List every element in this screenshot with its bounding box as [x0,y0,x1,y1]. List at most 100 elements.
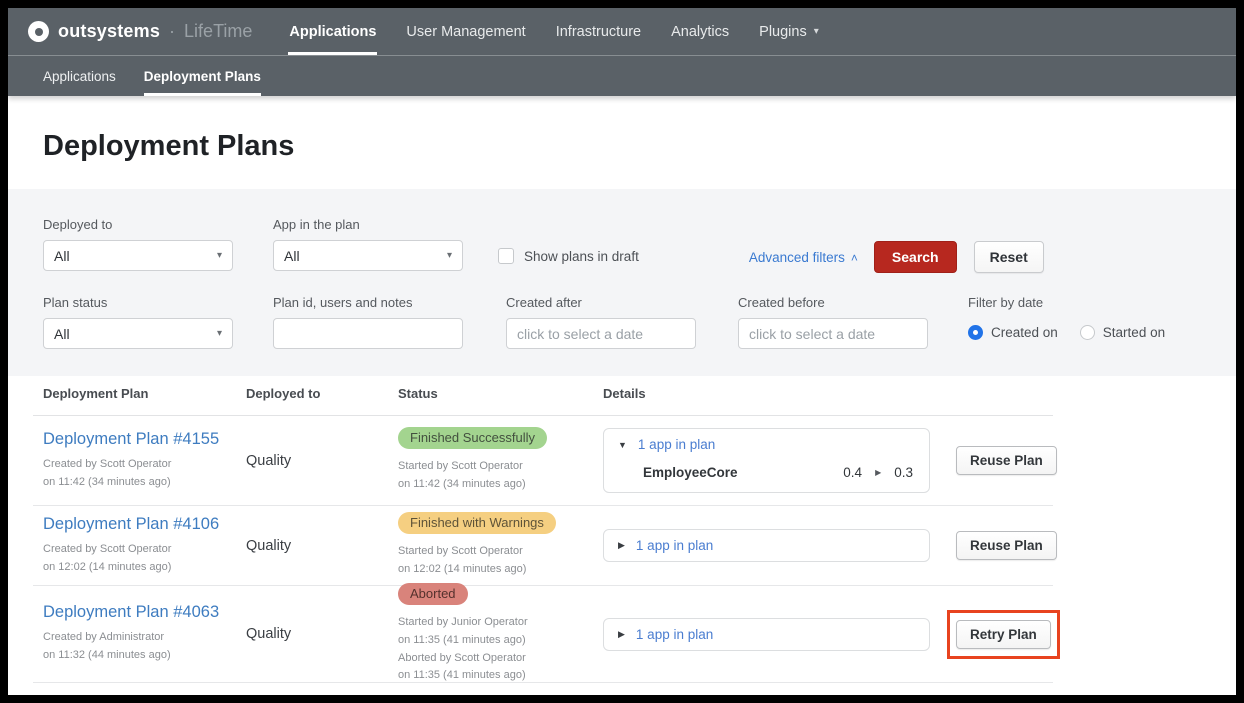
lifetime-page: outsystems · LifeTime Applications User … [8,8,1236,695]
filter-plan-id: Plan id, users and notes [273,295,463,349]
plan-link[interactable]: Deployment Plan #4106 [43,515,219,534]
to-version: 0.3 [894,465,913,480]
column-header-details: Details [593,386,946,401]
details-panel: ▼ 1 app in plan EmployeeCore 0.4 ▶ 0.3 [603,428,930,493]
top-nav-analytics[interactable]: Analytics [656,8,744,55]
retry-plan-button[interactable]: Retry Plan [956,620,1051,649]
outsystems-logo-icon [28,21,49,42]
triangle-collapsed-icon: ▶ [618,629,625,640]
plan-link[interactable]: Deployment Plan #4155 [43,430,219,449]
brand-separator-dot: · [169,21,175,42]
apps-in-plan-toggle[interactable]: ▼ 1 app in plan [618,437,915,452]
plan-id-label: Plan id, users and notes [273,295,463,310]
radio-started-on[interactable]: Started on [1080,325,1165,340]
radio-created-on[interactable]: Created on [968,325,1058,340]
reuse-plan-button[interactable]: Reuse Plan [956,531,1057,560]
status-info: Started by Junior Operator on 11:35 (41 … [398,614,593,684]
plan-id-input[interactable] [273,318,463,349]
app-version-row: EmployeeCore 0.4 ▶ 0.3 [618,465,915,484]
apps-in-plan-toggle[interactable]: ▶ 1 app in plan [618,538,915,553]
reset-button[interactable]: Reset [974,241,1044,273]
deployed-to-value: Quality [246,626,291,642]
plan-link[interactable]: Deployment Plan #4063 [43,603,219,622]
brand-logo[interactable]: outsystems · LifeTime [28,8,252,55]
app-name: EmployeeCore [643,465,738,480]
radio-selected-icon [968,325,983,340]
details-panel: ▶ 1 app in plan [603,529,930,562]
sub-nav-deployment-plans[interactable]: Deployment Plans [130,56,275,96]
annotation-highlight-box: Retry Plan [947,610,1060,659]
filters-panel: Deployed to All ▾ App in the plan All ▾ [8,189,1236,376]
version-arrow-icon: ▶ [875,468,881,477]
app-in-plan-label: App in the plan [273,217,463,232]
table-header: Deployment Plan Deployed to Status Detai… [33,386,1053,416]
filter-by-date-options: Created on Started on [968,325,1165,340]
screenshot-frame: outsystems · LifeTime Applications User … [0,0,1244,703]
status-info: Started by Scott Operator on 12:02 (14 m… [398,543,593,578]
filters-row-2: Plan status All ▾ Plan id, users and not… [43,295,1201,349]
status-info: Started by Scott Operator on 11:42 (34 m… [398,458,593,493]
created-before-label: Created before [738,295,928,310]
page-title: Deployment Plans [43,130,1236,163]
column-header-deployed-to: Deployed to [236,386,388,401]
details-panel: ▶ 1 app in plan [603,618,930,651]
created-after-label: Created after [506,295,696,310]
status-badge: Aborted [398,583,468,605]
radio-unselected-icon [1080,325,1095,340]
filter-created-before: Created before [738,295,928,349]
filter-by-date-label: Filter by date [968,295,1165,310]
table-row: Deployment Plan #4106 Created by Scott O… [33,506,1053,586]
triangle-expanded-icon: ▼ [618,440,627,450]
search-button[interactable]: Search [874,241,957,273]
chevron-down-icon: ▾ [217,250,222,261]
plugins-dropdown-caret-icon: ▾ [814,26,819,37]
plan-created-info: Created by Scott Operator on 11:42 (34 m… [43,456,236,491]
plan-status-select[interactable]: All ▾ [43,318,233,349]
secondary-navigation-bar: Applications Deployment Plans [8,56,1236,96]
chevron-down-icon: ▾ [217,328,222,339]
app-versions: 0.4 ▶ 0.3 [843,465,913,480]
deployed-to-label: Deployed to [43,217,233,232]
filter-app-in-plan: App in the plan All ▾ [273,217,463,271]
deployed-to-value: Quality [246,453,291,469]
plan-status-label: Plan status [43,295,233,310]
top-nav: Applications User Management Infrastruct… [274,8,833,55]
top-nav-plugins[interactable]: Plugins ▾ [744,8,834,55]
top-nav-infrastructure[interactable]: Infrastructure [541,8,656,55]
deployment-plans-table: Deployment Plan Deployed to Status Detai… [33,386,1053,683]
column-header-deployment-plan: Deployment Plan [33,386,236,401]
top-nav-user-management[interactable]: User Management [391,8,540,55]
from-version: 0.4 [843,465,862,480]
filter-plan-status: Plan status All ▾ [43,295,233,349]
show-drafts-filter: Show plans in draft [498,248,639,264]
deployed-to-value: Quality [246,538,291,554]
main-content: Deployment Plans Deployed to All ▾ App i… [8,96,1236,695]
filter-created-after: Created after [506,295,696,349]
triangle-collapsed-icon: ▶ [618,540,625,551]
show-drafts-checkbox[interactable] [498,248,514,264]
sub-nav-applications[interactable]: Applications [29,56,130,96]
plan-created-info: Created by Scott Operator on 12:02 (14 m… [43,541,236,576]
brand-name: outsystems [58,21,160,42]
app-in-plan-select[interactable]: All ▾ [273,240,463,271]
chevron-up-icon: ˄ [851,251,858,265]
filter-by-date: Filter by date Created on Started on [968,295,1165,340]
top-navigation-bar: outsystems · LifeTime Applications User … [8,8,1236,56]
status-badge: Finished Successfully [398,427,547,449]
show-drafts-label: Show plans in draft [524,249,639,264]
filter-deployed-to: Deployed to All ▾ [43,217,233,271]
created-before-input[interactable] [738,318,928,349]
plan-created-info: Created by Administrator on 11:32 (44 mi… [43,629,236,664]
top-nav-applications[interactable]: Applications [274,8,391,55]
table-row: Deployment Plan #4063 Created by Adminis… [33,586,1053,683]
status-badge: Finished with Warnings [398,512,556,534]
reuse-plan-button[interactable]: Reuse Plan [956,446,1057,475]
created-after-input[interactable] [506,318,696,349]
column-header-status: Status [388,386,593,401]
table-row: Deployment Plan #4155 Created by Scott O… [33,416,1053,506]
column-header-actions [946,386,1053,401]
advanced-filters-link[interactable]: Advanced filters ˄ [749,250,858,265]
brand-product-name: LifeTime [184,21,252,42]
apps-in-plan-toggle[interactable]: ▶ 1 app in plan [618,627,915,642]
deployed-to-select[interactable]: All ▾ [43,240,233,271]
